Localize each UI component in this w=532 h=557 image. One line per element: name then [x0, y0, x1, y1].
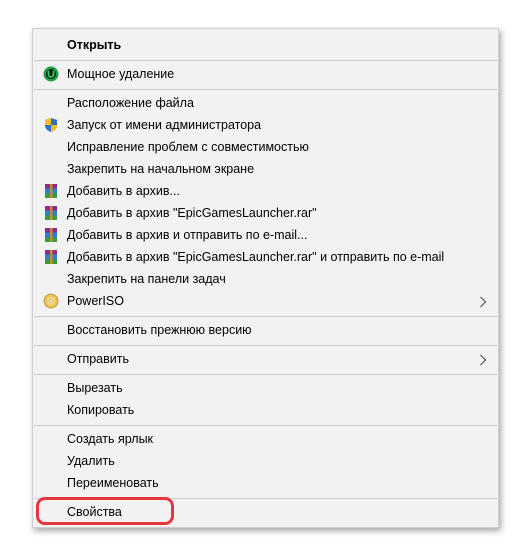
menu-item-label: Удалить [67, 454, 115, 468]
menu-item-label: Добавить в архив "EpicGamesLauncher.rar"… [67, 250, 445, 264]
menu-separator [34, 60, 497, 61]
menu-item-troubleshoot-compat[interactable]: Исправление проблем с совместимостью [34, 136, 497, 158]
uninstaller-icon [43, 66, 59, 82]
menu-item-label: Запуск от имени администратора [67, 118, 262, 132]
menu-separator [34, 89, 497, 90]
menu-item-label: Создать ярлык [67, 432, 154, 446]
menu-item-add-archive-email[interactable]: Добавить в архив и отправить по e-mail..… [34, 224, 497, 246]
menu-item-label: PowerISO [67, 294, 124, 308]
menu-item-label: Вырезать [67, 381, 123, 395]
menu-item-add-archive[interactable]: Добавить в архив... [34, 180, 497, 202]
menu-separator [34, 425, 497, 426]
menu-item-file-location[interactable]: Расположение файла [34, 92, 497, 114]
menu-item-create-shortcut[interactable]: Создать ярлык [34, 428, 497, 450]
menu-item-run-as-admin[interactable]: Запуск от имени администратора [34, 114, 497, 136]
menu-separator [34, 374, 497, 375]
menu-item-label: Копировать [67, 403, 135, 417]
menu-item-label: Добавить в архив и отправить по e-mail..… [67, 228, 308, 242]
menu-item-delete[interactable]: Удалить [34, 450, 497, 472]
menu-item-pin-start[interactable]: Закрепить на начальном экране [34, 158, 497, 180]
menu-item-cut[interactable]: Вырезать [34, 377, 497, 399]
winrar-icon [43, 205, 59, 221]
winrar-icon [43, 249, 59, 265]
menu-item-restore-previous[interactable]: Восстановить прежнюю версию [34, 319, 497, 341]
winrar-icon [43, 183, 59, 199]
menu-item-label: Закрепить на панели задач [67, 272, 226, 286]
menu-item-label: Исправление проблем с совместимостью [67, 140, 309, 154]
menu-item-rename[interactable]: Переименовать [34, 472, 497, 494]
menu-item-label: Добавить в архив "EpicGamesLauncher.rar" [67, 206, 317, 220]
uac-shield-icon [43, 117, 59, 133]
poweriso-disc-icon [43, 293, 59, 309]
menu-item-label: Добавить в архив... [67, 184, 180, 198]
menu-item-label: Отправить [67, 352, 129, 366]
winrar-icon [43, 227, 59, 243]
context-menu: Открыть Мощное удаление Расположение фай… [32, 28, 499, 528]
menu-item-send-to[interactable]: Отправить [34, 348, 497, 370]
chevron-right-icon [479, 295, 487, 308]
menu-item-poweriso[interactable]: PowerISO [34, 290, 497, 312]
menu-item-label: Мощное удаление [67, 67, 175, 81]
menu-item-label: Открыть [67, 38, 122, 52]
menu-item-pin-taskbar[interactable]: Закрепить на панели задач [34, 268, 497, 290]
properties-highlight-frame [36, 497, 174, 525]
menu-item-label: Закрепить на начальном экране [67, 162, 255, 176]
menu-item-add-archive-named[interactable]: Добавить в архив "EpicGamesLauncher.rar" [34, 202, 497, 224]
menu-item-open[interactable]: Открыть [34, 34, 497, 56]
menu-item-add-archive-named-email[interactable]: Добавить в архив "EpicGamesLauncher.rar"… [34, 246, 497, 268]
chevron-right-icon [479, 353, 487, 366]
menu-item-label: Расположение файла [67, 96, 194, 110]
menu-item-label: Восстановить прежнюю версию [67, 323, 252, 337]
menu-separator [34, 345, 497, 346]
menu-item-powerful-delete[interactable]: Мощное удаление [34, 63, 497, 85]
menu-item-copy[interactable]: Копировать [34, 399, 497, 421]
menu-item-label: Переименовать [67, 476, 159, 490]
menu-separator [34, 316, 497, 317]
